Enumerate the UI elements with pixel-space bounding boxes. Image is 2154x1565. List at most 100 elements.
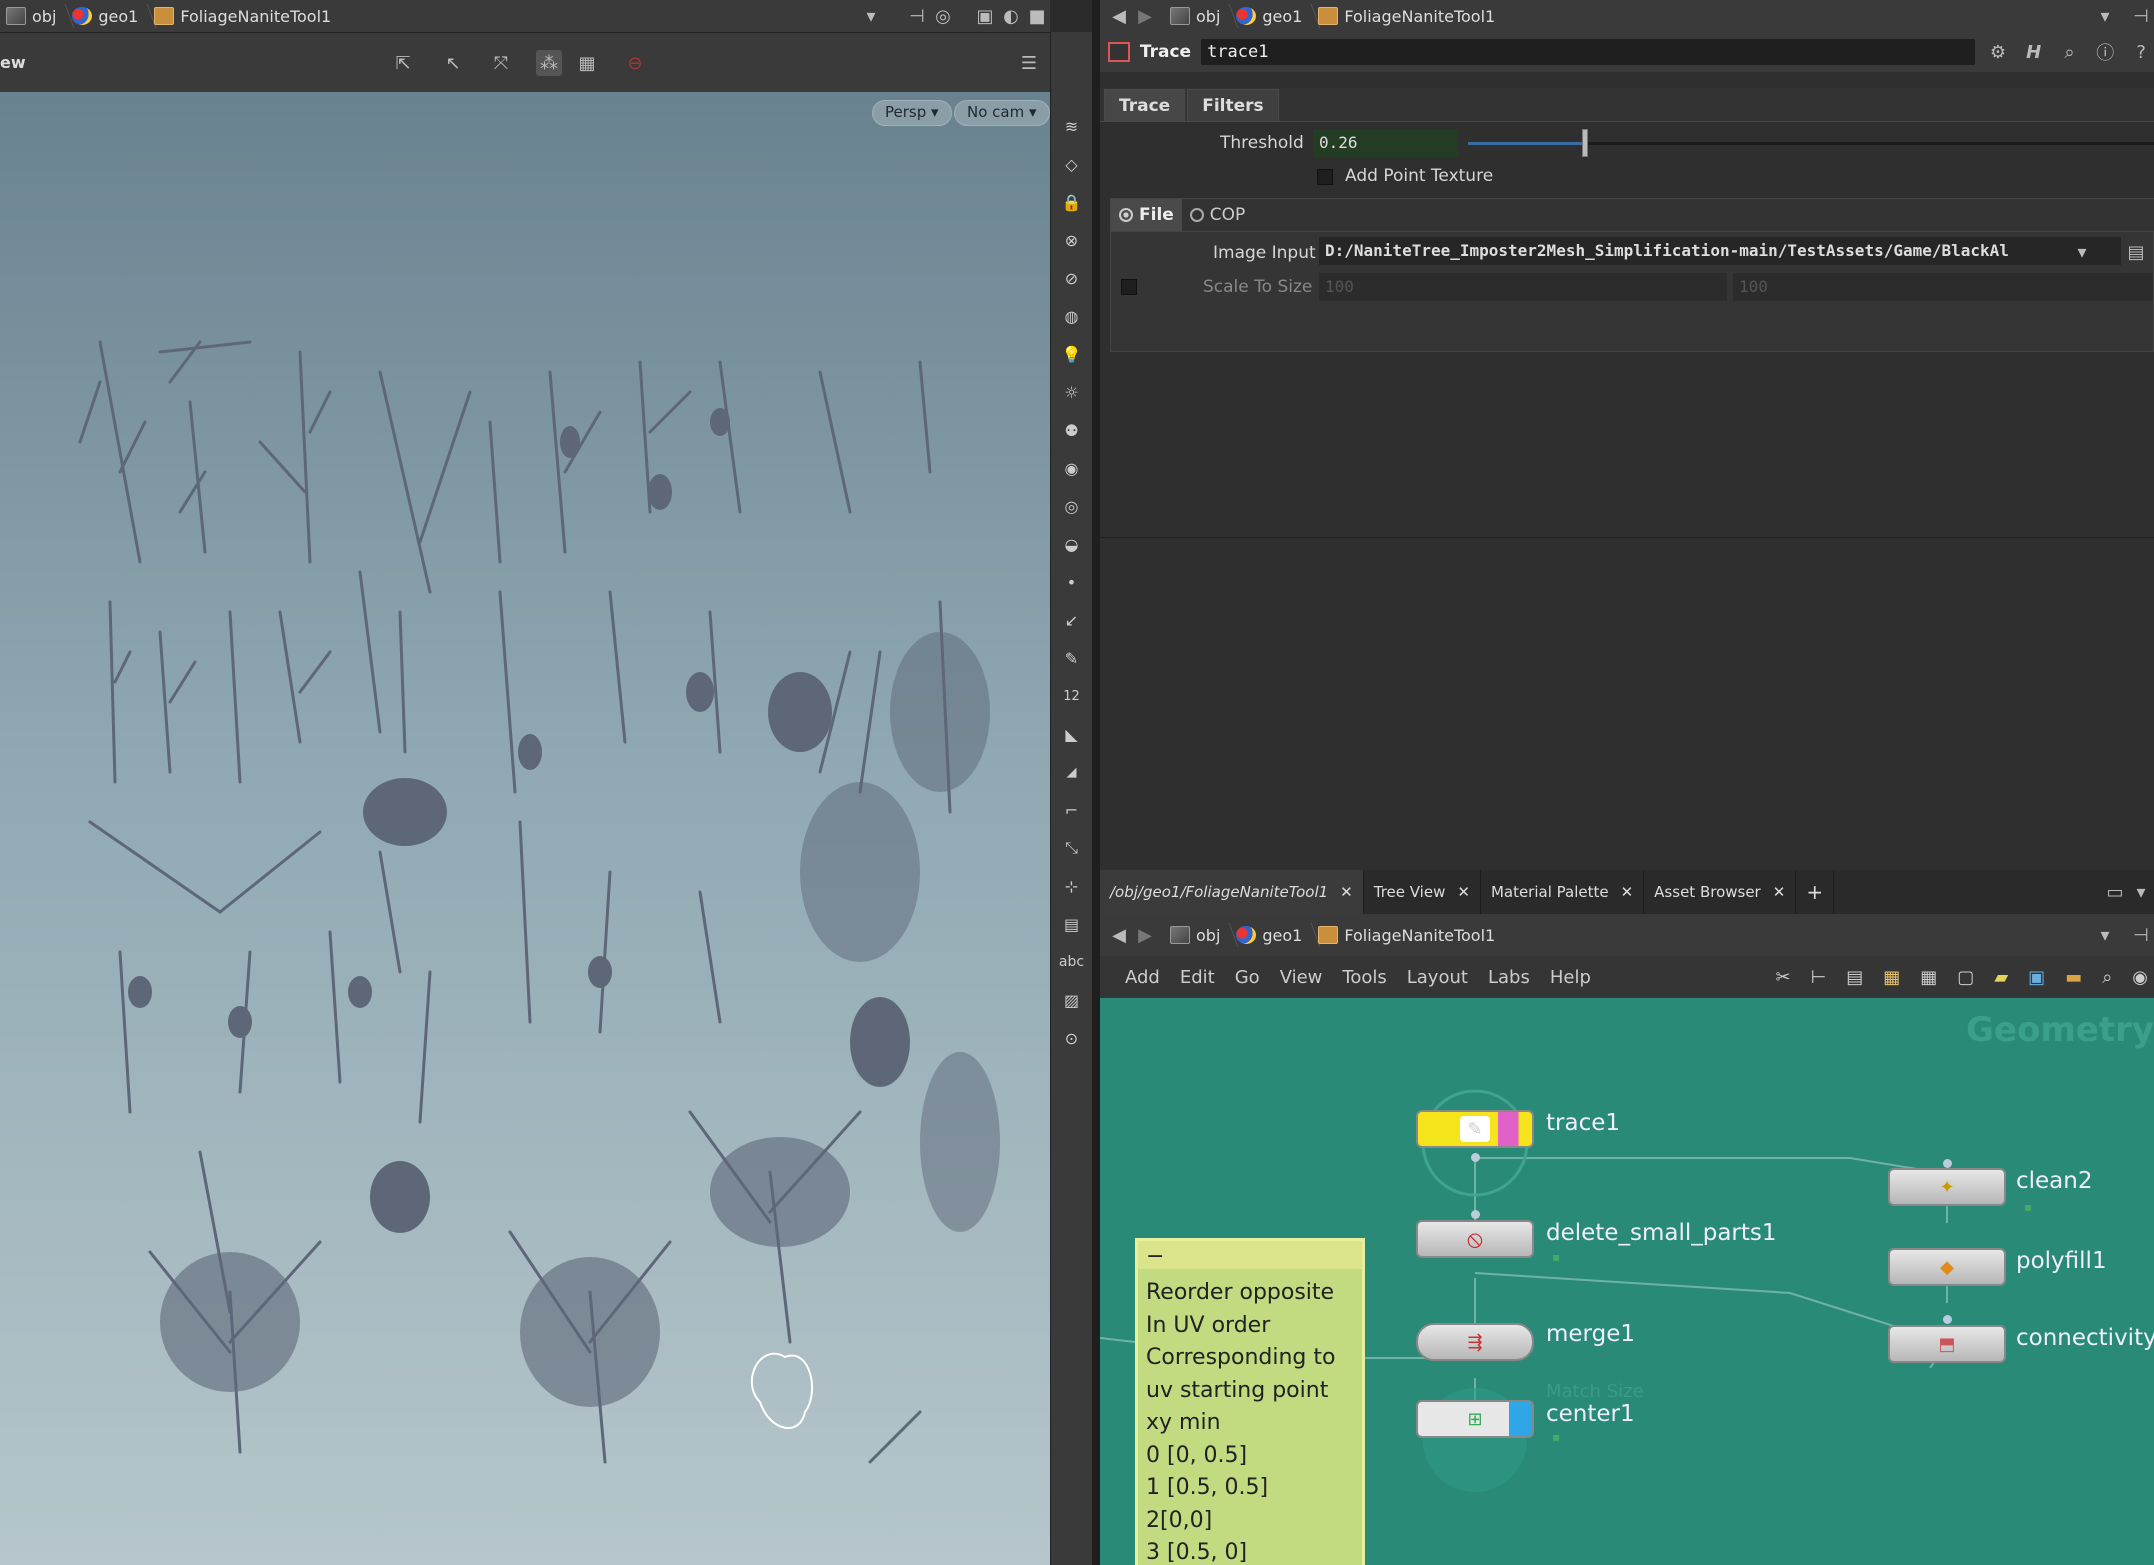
template-icon[interactable]: ⊘ (1058, 264, 1086, 292)
zoom-icon[interactable]: ⌕ (2102, 967, 2112, 988)
network-path-dropdown-icon[interactable]: ▾ (2092, 922, 2118, 948)
menu-labs[interactable]: Labs (1488, 967, 1530, 988)
menu-tools[interactable]: Tools (1342, 967, 1386, 988)
link-icon[interactable]: ◎ (930, 3, 956, 29)
node-clean2[interactable]: ✦ (1888, 1168, 2006, 1206)
threshold-slider[interactable] (1468, 129, 2154, 157)
snap-grid-icon[interactable]: ▦ (574, 50, 600, 76)
node-trace1-output[interactable] (1471, 1153, 1480, 1162)
tab-trace[interactable]: Trace (1104, 89, 1186, 121)
params-path-dropdown-icon[interactable]: ▾ (2092, 3, 2118, 29)
image-input-field[interactable]: D:/NaniteTree_Imposter2Mesh_Simplificati… (1319, 237, 2121, 265)
sticky-note-icon[interactable]: ▰ (1994, 967, 2008, 988)
point-icon[interactable]: • (1058, 568, 1086, 596)
node-connectivity-input[interactable] (1943, 1315, 1952, 1324)
node-delete-input[interactable] (1471, 1210, 1480, 1219)
snap-icon[interactable]: ⁂ (536, 50, 562, 76)
pen-icon[interactable]: ✎ (1058, 644, 1086, 672)
viewport-scene[interactable]: Persp ▾ No cam ▾ (0, 92, 1050, 1565)
add-tab-button[interactable]: + (1796, 870, 1835, 914)
eye-icon[interactable]: ◉ (2132, 967, 2148, 988)
collapse-icon[interactable]: − (1146, 1241, 1164, 1274)
scale-icon[interactable]: ⤡ (1058, 834, 1086, 862)
visibility-icon[interactable]: ◎ (1058, 492, 1086, 520)
info-icon[interactable]: ⓘ (2092, 39, 2118, 65)
node-delete-small-parts1[interactable]: ⦸ (1416, 1220, 1534, 1258)
menu-view[interactable]: View (1280, 967, 1323, 988)
pin-icon[interactable]: ⊣ (904, 3, 930, 29)
threshold-field[interactable]: 0.26 (1313, 129, 1458, 157)
cube-icon[interactable]: ▣ (972, 3, 998, 29)
prim-number-icon[interactable]: ◢ (1058, 758, 1086, 786)
forward-icon[interactable]: ▶ (1132, 922, 1158, 948)
node-center1[interactable]: ⊞ (1416, 1400, 1534, 1438)
params-path-obj[interactable]: obj (1164, 0, 1230, 32)
node-connectivity5[interactable]: ⬒ (1888, 1325, 2006, 1363)
scale-to-size-checkbox[interactable] (1121, 279, 1137, 295)
path-dropdown-icon[interactable]: ▾ (858, 3, 884, 29)
ghost-icon[interactable]: ⊗ (1058, 226, 1086, 254)
menu-layout[interactable]: Layout (1407, 967, 1468, 988)
image-add-icon[interactable]: ▣ (2028, 967, 2045, 988)
file-dropdown-icon[interactable]: ▾ (2069, 239, 2095, 265)
node-name-field[interactable]: trace1 (1201, 39, 1976, 65)
menu-go[interactable]: Go (1235, 967, 1260, 988)
threshold-slider-handle[interactable] (1581, 129, 1588, 157)
select-icon[interactable]: ⇱ (390, 50, 416, 76)
handle-icon[interactable]: ⤧ (488, 50, 514, 76)
help-h-icon[interactable]: H (2021, 39, 2047, 65)
light-icon[interactable]: ☼ (1058, 378, 1086, 406)
headlight-icon[interactable]: 💡 (1058, 340, 1086, 368)
network-pin-icon[interactable]: ⊣ (2128, 922, 2154, 948)
node-clean2-input[interactable] (1943, 1159, 1952, 1168)
params-pin-icon[interactable]: ⊣ (2128, 3, 2154, 29)
scale-x-field[interactable]: 100 (1319, 273, 1727, 301)
camera-icon[interactable]: ◉ (1058, 454, 1086, 482)
list-icon[interactable]: ▤ (1846, 967, 1863, 988)
close-icon[interactable]: ✕ (1457, 883, 1470, 901)
package-icon[interactable]: ▬ (2065, 967, 2082, 988)
background-icon[interactable]: ■ (1024, 3, 1050, 29)
point-number-icon[interactable]: 12 (1058, 682, 1086, 710)
menu-edit[interactable]: Edit (1180, 967, 1215, 988)
record-icon[interactable]: ⊖ (622, 50, 648, 76)
network-canvas[interactable]: Geometry − Reorder opposite In UV order … (1100, 998, 2154, 1565)
path-geo1[interactable]: geo1 (66, 0, 148, 32)
node-polyfill1[interactable]: ◆ (1888, 1248, 2006, 1286)
source-tab-file[interactable]: File (1111, 199, 1182, 231)
params-path-geo1[interactable]: geo1 (1230, 0, 1312, 32)
file-browse-icon[interactable]: ▤ (2123, 239, 2149, 265)
display-options-icon[interactable]: ☰ (1016, 50, 1042, 76)
back-icon[interactable]: ◀ (1106, 922, 1132, 948)
transform-icon[interactable]: ⊹ (1058, 872, 1086, 900)
view-icon[interactable]: ◒ (1058, 530, 1086, 558)
close-icon[interactable]: ✕ (1621, 883, 1634, 901)
tree-icon[interactable]: ⊢ (1811, 967, 1827, 988)
memory-icon[interactable]: ▤ (1058, 910, 1086, 938)
node-merge1[interactable]: ⇶ (1416, 1323, 1534, 1361)
shadows-icon[interactable]: ⚉ (1058, 416, 1086, 444)
image-icon[interactable]: ▨ (1058, 986, 1086, 1014)
pane-menu-icon[interactable]: ▾ (2128, 879, 2154, 905)
lock-icon[interactable]: 🔒 (1058, 188, 1086, 216)
params-path-tool[interactable]: FoliageNaniteTool1 (1312, 0, 1505, 32)
prim-icon[interactable]: ◣ (1058, 720, 1086, 748)
network-path-obj[interactable]: obj (1164, 919, 1230, 951)
menu-help[interactable]: Help (1550, 967, 1591, 988)
path-tool[interactable]: FoliageNaniteTool1 (148, 0, 341, 32)
network-box-icon[interactable]: ▢ (1957, 967, 1974, 988)
display-toggle-icon[interactable]: ≋ (1058, 112, 1086, 140)
pose-icon[interactable]: ↖ (440, 50, 466, 76)
back-icon[interactable]: ◀ (1106, 3, 1132, 29)
tools-icon[interactable]: ✂ (1775, 967, 1790, 988)
network-path-geo1[interactable]: geo1 (1230, 919, 1312, 951)
close-icon[interactable]: ✕ (1773, 883, 1786, 901)
geo-display-icon[interactable]: ⊙ (1058, 1024, 1086, 1052)
grid-icon[interactable]: ▦ (1920, 967, 1937, 988)
node-trace1[interactable]: ✎ (1416, 1110, 1534, 1148)
tab-tree-view[interactable]: Tree View ✕ (1364, 870, 1481, 914)
search-icon[interactable]: ⌕ (2057, 39, 2083, 65)
menu-add[interactable]: Add (1125, 967, 1160, 988)
tab-material-palette[interactable]: Material Palette ✕ (1481, 870, 1645, 914)
add-point-texture-checkbox[interactable] (1317, 169, 1333, 185)
